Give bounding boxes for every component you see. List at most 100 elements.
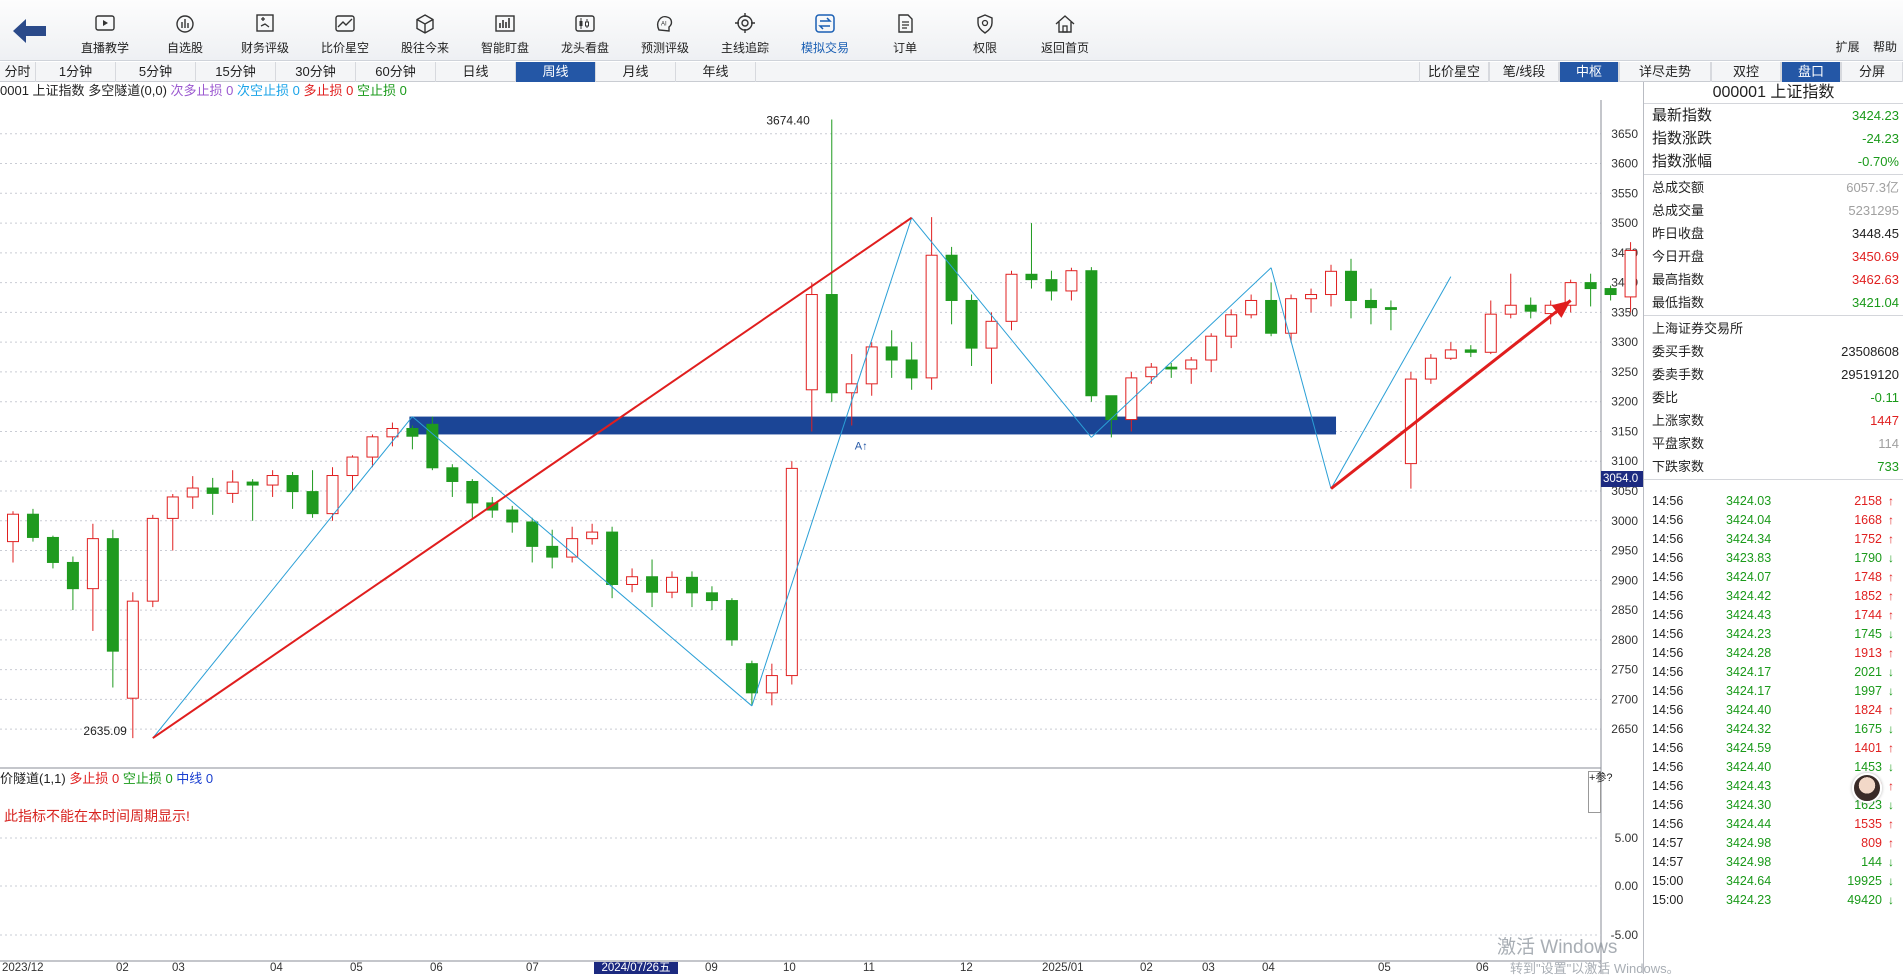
view-tab[interactable]: 盘口 — [1781, 62, 1841, 82]
candle[interactable] — [1185, 357, 1198, 384]
candle[interactable] — [1624, 242, 1637, 313]
toolbar-button-13[interactable]: 返回首页 — [1025, 10, 1105, 58]
candle[interactable] — [566, 526, 579, 563]
assistant-avatar[interactable] — [1852, 773, 1882, 803]
candle[interactable] — [466, 479, 479, 518]
candle[interactable] — [7, 511, 19, 563]
period-tab[interactable]: 日线 — [436, 62, 516, 82]
toolbar-button-3[interactable]: 财务评级 — [225, 10, 305, 58]
candle[interactable] — [326, 467, 339, 521]
view-tab[interactable]: 双控 — [1711, 62, 1781, 82]
period-tab[interactable]: 月线 — [596, 62, 676, 82]
toolbar-button-1[interactable]: 直播教学 — [65, 10, 145, 58]
sub-indicator-param-button[interactable]: +参? — [1588, 771, 1613, 813]
period-tab[interactable]: 15分钟 — [196, 62, 276, 82]
candle[interactable] — [266, 470, 279, 497]
candle[interactable] — [1504, 273, 1517, 319]
sub-indicator-name[interactable]: 价隧道(1,1) — [0, 771, 66, 786]
period-tab[interactable]: 分时 — [0, 62, 36, 82]
view-tab[interactable]: 比价星空 — [1419, 62, 1489, 82]
candle[interactable] — [1464, 345, 1477, 358]
period-tab[interactable]: 60分钟 — [356, 62, 436, 82]
candle[interactable] — [1524, 297, 1537, 319]
candle[interactable] — [1444, 342, 1457, 361]
candle[interactable] — [386, 422, 399, 447]
toolbar-button-11[interactable]: 订单 — [865, 10, 945, 58]
candle[interactable] — [885, 330, 898, 378]
toolbar-button-2[interactable]: 自选股 — [145, 10, 225, 58]
candle[interactable] — [626, 568, 639, 593]
candle[interactable] — [166, 493, 179, 551]
candle[interactable] — [526, 517, 539, 563]
candle[interactable] — [66, 556, 79, 611]
period-tab[interactable]: 30分钟 — [276, 62, 356, 82]
candle[interactable] — [1484, 300, 1497, 355]
candle[interactable] — [805, 282, 818, 432]
period-tab[interactable]: 1分钟 — [36, 62, 116, 82]
candle[interactable] — [226, 470, 239, 503]
candle[interactable] — [745, 660, 758, 706]
candle[interactable] — [186, 476, 199, 509]
candle[interactable] — [586, 523, 599, 545]
candle[interactable] — [965, 294, 978, 366]
period-tab[interactable]: 5分钟 — [116, 62, 196, 82]
toolbar-button-5[interactable]: 股往今来 — [385, 10, 465, 58]
zhongshu-band[interactable] — [409, 416, 1337, 435]
candle[interactable] — [26, 508, 39, 542]
candle[interactable] — [685, 571, 698, 608]
candle[interactable] — [426, 416, 439, 471]
candle[interactable] — [905, 342, 918, 390]
candle[interactable] — [86, 523, 99, 631]
candle[interactable] — [106, 529, 119, 688]
candle[interactable] — [1085, 267, 1098, 402]
period-tab[interactable]: 年线 — [676, 62, 756, 82]
candle[interactable] — [126, 592, 139, 739]
period-tab[interactable]: 周线 — [516, 62, 596, 82]
toolbar-button-6[interactable]: 智能盯盘 — [465, 10, 545, 58]
view-tab[interactable]: 分屏 — [1841, 62, 1903, 82]
candle[interactable] — [506, 505, 519, 533]
candle[interactable] — [286, 471, 299, 509]
candle[interactable] — [1065, 267, 1078, 301]
candle[interactable] — [1584, 273, 1597, 307]
candle[interactable] — [1025, 223, 1038, 289]
candle[interactable] — [725, 598, 738, 646]
candle[interactable] — [825, 119, 838, 402]
candle[interactable] — [925, 217, 938, 390]
candle[interactable] — [1424, 354, 1437, 384]
toolbar-button-10[interactable]: 模拟交易 — [785, 10, 865, 58]
help-link[interactable]: 帮助 — [1873, 40, 1897, 54]
expand-link[interactable]: 扩展 — [1836, 40, 1860, 54]
candle[interactable] — [1384, 300, 1397, 331]
candle[interactable] — [1285, 294, 1298, 343]
view-tab[interactable]: 笔/线段 — [1489, 62, 1559, 82]
candle[interactable] — [1265, 282, 1278, 337]
candle[interactable] — [146, 514, 159, 608]
candle[interactable] — [1045, 270, 1058, 301]
view-tab[interactable]: 详尽走势 — [1619, 62, 1711, 82]
candle[interactable] — [1364, 288, 1377, 325]
toolbar-button-8[interactable]: AI 预测评级 — [625, 10, 705, 58]
kline-chart[interactable]: 3650360035503500345034003350330032503200… — [0, 100, 1643, 974]
candle[interactable] — [1305, 288, 1318, 313]
toolbar-button-12[interactable]: 权限 — [945, 10, 1025, 58]
indicator-name[interactable]: 多空隧道(0,0) — [88, 83, 167, 98]
candle[interactable] — [206, 477, 219, 515]
toolbar-button-4[interactable]: 比价星空 — [305, 10, 385, 58]
candle[interactable] — [1205, 333, 1218, 372]
candle[interactable] — [246, 479, 259, 521]
candle[interactable] — [46, 535, 59, 569]
candle[interactable] — [705, 586, 718, 611]
candle[interactable] — [666, 571, 679, 599]
candle[interactable] — [1245, 294, 1258, 319]
candle[interactable] — [366, 434, 379, 468]
candle[interactable] — [446, 464, 459, 497]
toolbar-button-7[interactable]: 龙头看盘 — [545, 10, 625, 58]
candle[interactable] — [1344, 258, 1357, 319]
toolbar-button-9[interactable]: 主线追踪 — [705, 10, 785, 58]
back-arrow-button[interactable] — [10, 16, 50, 50]
candle[interactable] — [1005, 270, 1018, 331]
candle[interactable] — [985, 312, 998, 384]
view-tab[interactable]: 中枢 — [1559, 62, 1619, 82]
candle[interactable] — [306, 470, 319, 518]
